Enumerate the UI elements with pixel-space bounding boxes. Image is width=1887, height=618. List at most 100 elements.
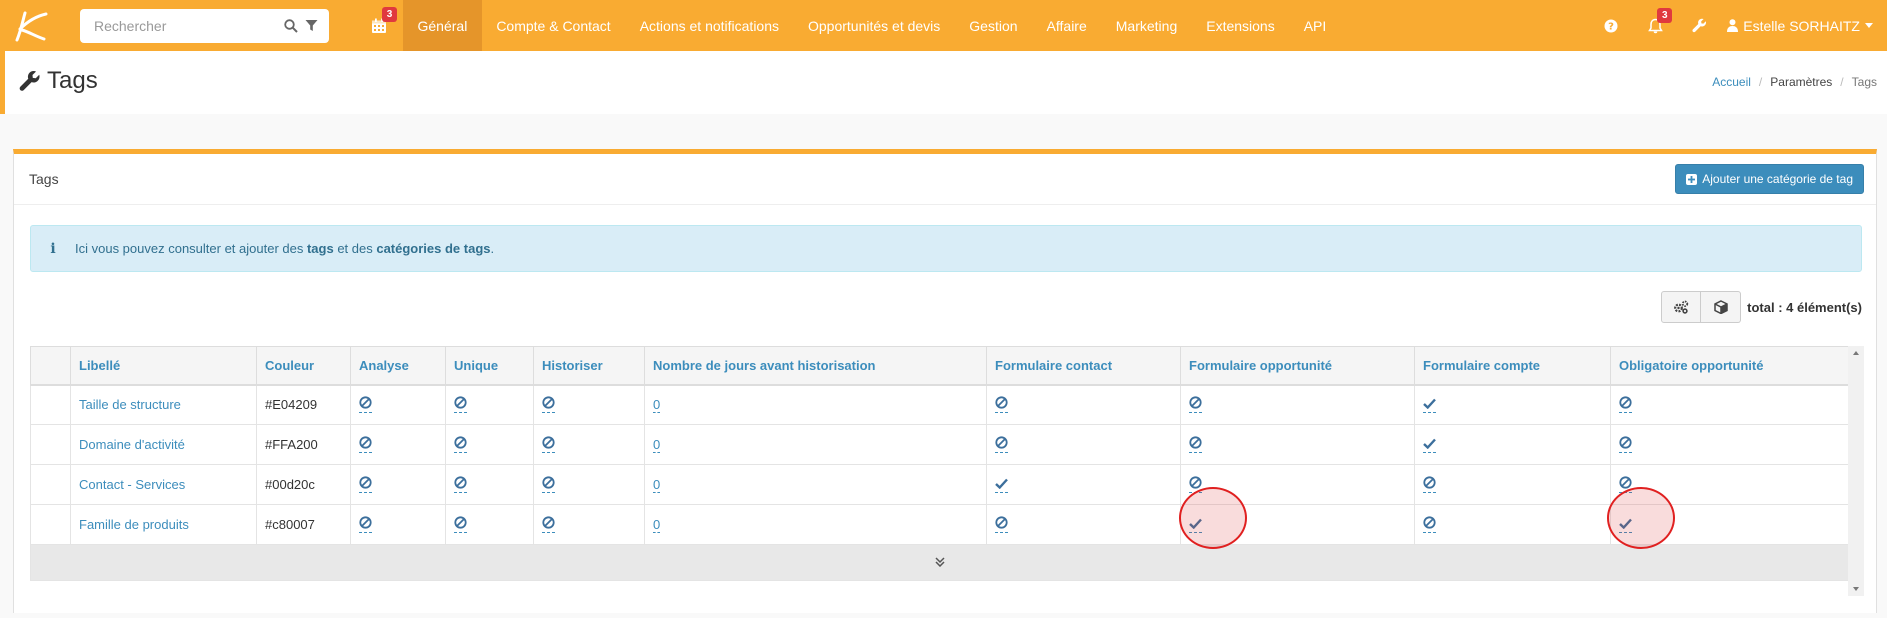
column-header-2[interactable]: Couleur [256,346,351,386]
tag-label-link[interactable]: Domaine d'activité [79,437,185,452]
notifications-button[interactable]: 3 [1633,0,1677,51]
nav-item-5[interactable]: Affaire [1032,0,1101,51]
ban-icon[interactable] [1189,436,1202,453]
ban-icon[interactable] [359,516,372,533]
column-header-1[interactable]: Libellé [70,346,257,386]
svg-text:?: ? [1608,21,1614,32]
breadcrumb: Accueil / Paramètres / Tags [1712,75,1877,89]
total-count: total : 4 élément(s) [1747,299,1862,315]
row-select-cell[interactable] [30,384,71,425]
tag-label-link[interactable]: Taille de structure [79,397,181,412]
user-menu[interactable]: Estelle SORHAITZ [1721,18,1887,34]
table-row: Contact - Services #00d20c 0 [30,464,1849,505]
filter-icon[interactable] [304,15,319,37]
column-header-5[interactable]: Historiser [533,346,645,386]
ban-icon[interactable] [359,396,372,414]
global-search [80,8,329,43]
column-header-6[interactable]: Nombre de jours avant historisation [644,346,987,386]
table-scrollbar[interactable] [1848,346,1864,596]
caret-down-icon [1865,23,1873,28]
user-icon [1727,19,1739,32]
table-row: Famille de produits #c80007 0 [30,504,1849,545]
nav-item-7[interactable]: Extensions [1192,0,1289,51]
ban-icon[interactable] [542,476,555,493]
ban-icon[interactable] [1619,396,1632,414]
ban-icon[interactable] [454,516,467,533]
days-value[interactable]: 0 [653,397,661,413]
breadcrumb-parameters[interactable]: Paramètres [1770,75,1832,89]
table-row: Taille de structure #E04209 0 [30,384,1849,425]
column-header-7[interactable]: Formulaire contact [986,346,1181,386]
ban-icon[interactable] [995,396,1008,414]
ban-icon[interactable] [1189,396,1202,414]
main-nav: Général Compte & Contact Actions et notifi… [403,0,1341,51]
load-more-cell[interactable] [30,544,1849,581]
nav-item-3[interactable]: Opportunités et devis [794,0,955,51]
notifications-badge: 3 [1657,8,1673,23]
ban-icon[interactable] [359,476,372,493]
search-icon[interactable] [283,15,298,37]
nav-item-4[interactable]: Gestion [955,0,1032,51]
tags-box: Tags Ajouter une catégorie de tag i Ici … [13,149,1877,613]
ban-icon[interactable] [454,476,467,493]
user-name: Estelle SORHAITZ [1743,17,1860,34]
check-icon[interactable] [1423,438,1436,453]
nav-item-6[interactable]: Marketing [1101,0,1191,51]
nav-item-1[interactable]: Compte & Contact [482,0,625,51]
row-select-cell[interactable] [30,464,71,505]
ban-icon[interactable] [1423,476,1436,493]
app-logo[interactable] [0,0,60,51]
ban-icon[interactable] [1423,516,1436,533]
ban-icon[interactable] [542,396,555,414]
double-chevron-down-icon[interactable] [934,557,945,568]
ban-icon[interactable] [542,516,555,533]
nav-item-8[interactable]: API [1289,0,1341,51]
ban-icon[interactable] [542,436,555,453]
column-settings-button[interactable] [1661,291,1702,323]
breadcrumb-current: Tags [1851,75,1877,89]
search-input[interactable] [92,16,277,35]
logo-icon [15,11,48,41]
ban-icon[interactable] [359,436,372,453]
ban-icon[interactable] [995,436,1008,453]
info-icon: i [50,240,56,257]
column-header-4[interactable]: Unique [445,346,534,386]
tag-label-link[interactable]: Contact - Services [79,477,185,492]
days-value[interactable]: 0 [653,517,661,533]
calendar-button[interactable]: 3 [355,0,403,51]
check-icon[interactable] [995,478,1008,493]
ban-icon[interactable] [454,396,467,414]
cube-icon [1713,300,1728,314]
breadcrumb-home[interactable]: Accueil [1712,75,1751,89]
right-nav: ? 3 Estelle SORHAITZ [1589,0,1887,51]
calendar-badge: 3 [382,7,397,22]
column-header-8[interactable]: Formulaire opportunité [1180,346,1415,386]
settings-button[interactable] [1677,0,1721,51]
help-button[interactable]: ? [1589,0,1633,51]
ban-icon[interactable] [995,516,1008,533]
table-row: Domaine d'activité #FFA200 0 [30,424,1849,465]
column-header-3[interactable]: Analyse [350,346,446,386]
column-header-10[interactable]: Obligatoire opportunité [1610,346,1849,386]
ban-icon[interactable] [454,436,467,453]
nav-item-0[interactable]: Général [403,0,482,51]
days-value[interactable]: 0 [653,477,661,493]
add-tag-category-button[interactable]: Ajouter une catégorie de tag [1675,164,1864,194]
days-value[interactable]: 0 [653,437,661,453]
row-select-cell[interactable] [30,504,71,545]
tag-color-cell: #E04209 [256,384,351,425]
page-title-text: Tags [47,67,98,94]
ban-icon[interactable] [1619,436,1632,453]
wrench-icon [1692,18,1706,33]
export-button[interactable] [1701,291,1742,323]
table-tools: total : 4 élément(s) [1661,291,1862,323]
question-circle-icon: ? [1604,19,1618,32]
page-title: Tags [19,67,98,95]
tag-label-link[interactable]: Famille de produits [79,517,189,532]
check-icon[interactable] [1423,398,1436,413]
tag-color-cell: #c80007 [256,504,351,545]
box-title: Tags [29,171,59,187]
row-select-cell[interactable] [30,424,71,465]
column-header-9[interactable]: Formulaire compte [1414,346,1611,386]
nav-item-2[interactable]: Actions et notifications [625,0,793,51]
